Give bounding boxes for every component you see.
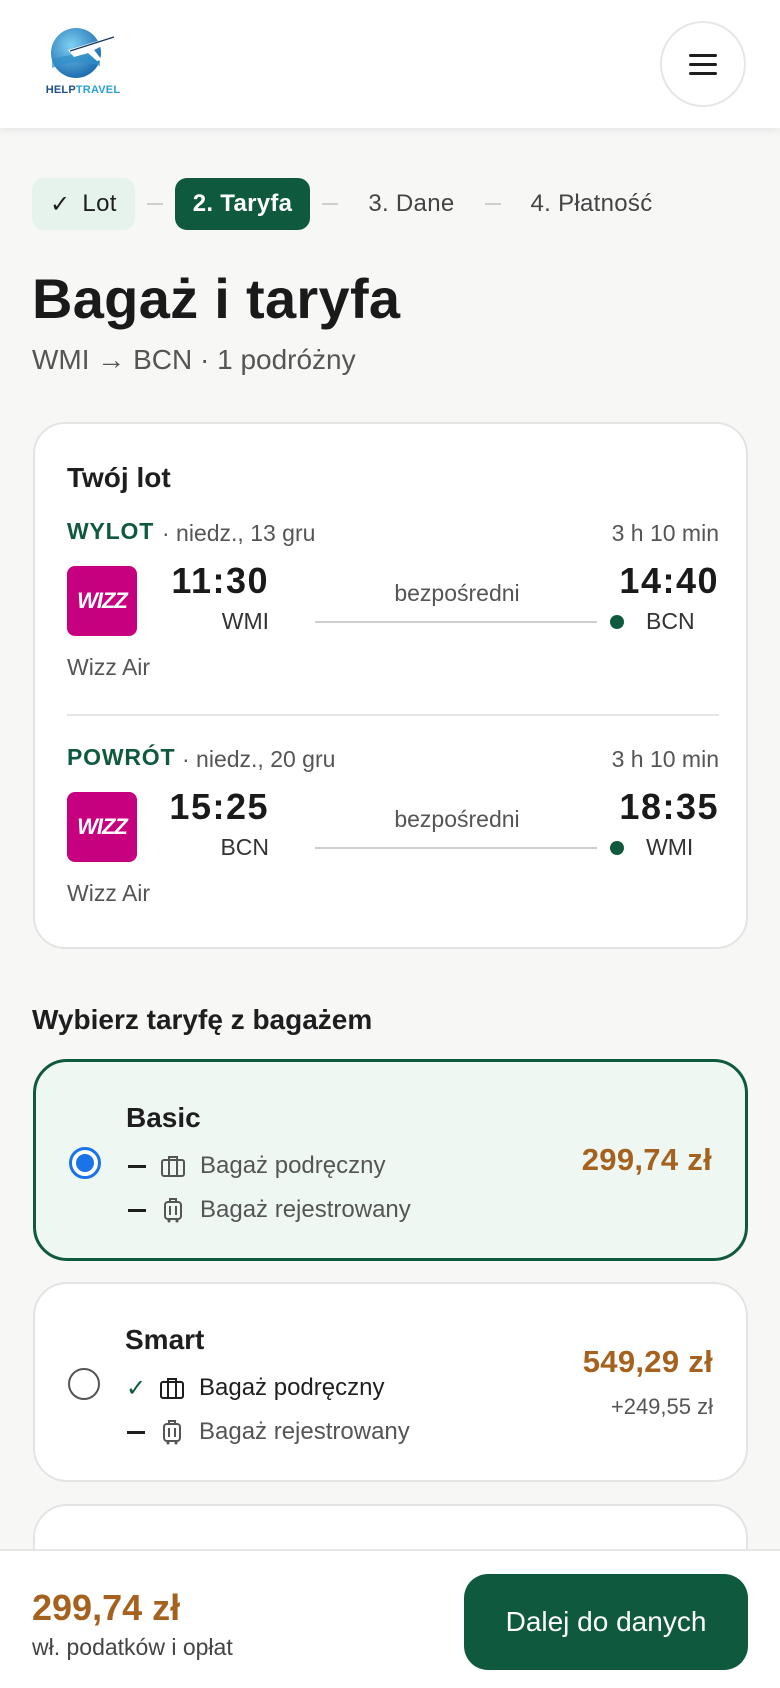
- fare-price-difference: +249,55 zł: [610, 1394, 713, 1419]
- step-label: 4. Płatność: [530, 190, 653, 217]
- step-dane: 3. Dane: [350, 178, 472, 230]
- wizz-air-logo: WIZZ: [67, 566, 137, 636]
- total-price-note: wł. podatków i opłat: [32, 1634, 233, 1660]
- departure-airport: BCN: [220, 834, 269, 860]
- leg-label: WYLOT: [67, 518, 155, 544]
- arrival-dot: [610, 841, 624, 855]
- fare-price: 299,74 zł: [581, 1142, 712, 1177]
- arrival-time: 18:35: [619, 786, 719, 827]
- leg-label: POWRÓT: [67, 744, 176, 770]
- leg-duration: 3 h 10 min: [611, 746, 719, 772]
- fare-feature-checked-bag: Bagaż rejestrowany: [125, 1416, 410, 1448]
- arrival-time: 14:40: [619, 560, 719, 601]
- step-platnosc: 4. Płatność: [513, 178, 671, 230]
- outbound-leg: WYLOT · niedz., 13 gru 3 h 10 min WIZZ 1…: [67, 518, 719, 718]
- page-title: Bagaż i taryfa: [32, 267, 401, 330]
- checkmark-icon: ✓: [50, 190, 71, 218]
- logo-text-help: HELP: [45, 84, 76, 96]
- flight-card-title: Twój lot: [67, 462, 171, 493]
- cabin-bag-icon: [159, 1375, 185, 1401]
- logo-wordmark: HELPTRAVEL: [38, 84, 128, 96]
- step-label: Lot: [82, 190, 117, 217]
- feature-label: Bagaż podręczny: [200, 1152, 386, 1179]
- stops-label: bezpośredni: [394, 806, 520, 832]
- page: HELPTRAVEL ✓ Lot 2. Taryfa 3. Dane 4. Pł…: [0, 0, 780, 1688]
- menu-button[interactable]: [660, 21, 746, 107]
- arrival-airport: WMI: [646, 834, 694, 860]
- feature-label: Bagaż podręczny: [199, 1374, 385, 1401]
- arrival-dot: [610, 615, 624, 629]
- total-price: 299,74 zł: [32, 1587, 181, 1628]
- airline-logo-text: WIZZ: [77, 814, 128, 839]
- route-line: [315, 621, 597, 623]
- return-leg: POWRÓT · niedz., 20 gru 3 h 10 min WIZZ …: [67, 744, 719, 944]
- fare-price: 549,29 zł: [582, 1344, 713, 1379]
- step-separator: [484, 203, 501, 205]
- arrival-airport: BCN: [646, 608, 695, 634]
- globe-plane-icon: [51, 28, 118, 78]
- included-check-icon: ✓: [125, 1374, 147, 1402]
- hamburger-menu-icon: [689, 48, 717, 81]
- step-taryfa[interactable]: 2. Taryfa: [174, 178, 311, 230]
- departure-time: 11:30: [171, 560, 269, 601]
- continue-button[interactable]: Dalej do danych: [464, 1574, 748, 1670]
- leg-duration: 3 h 10 min: [611, 520, 719, 546]
- airline-name: Wizz Air: [67, 880, 151, 906]
- helptravel-logo[interactable]: HELPTRAVEL: [38, 26, 128, 102]
- fare-name: Smart: [125, 1324, 205, 1355]
- fare-section-title: Wybierz taryfę z bagażem: [32, 1004, 373, 1035]
- feature-label: Bagaż rejestrowany: [200, 1196, 411, 1223]
- leg-date: · niedz., 20 gru: [182, 746, 336, 772]
- fare-feature-checked-bag: Bagaż rejestrowany: [126, 1194, 411, 1226]
- fare-feature-cabin-bag: ✓ Bagaż podręczny: [125, 1372, 385, 1404]
- airline-name: Wizz Air: [67, 654, 151, 680]
- fare-radio-basic[interactable]: [69, 1147, 101, 1179]
- departure-time: 15:25: [169, 786, 269, 827]
- fare-feature-cabin-bag: Bagaż podręczny: [126, 1150, 385, 1182]
- feature-label: Bagaż rejestrowany: [199, 1418, 410, 1445]
- flight-summary-card: Twój lot WYLOT · niedz., 13 gru 3 h 10 m…: [33, 422, 748, 949]
- cabin-bag-icon: [160, 1153, 186, 1179]
- fare-radio-smart[interactable]: [68, 1368, 100, 1400]
- checked-suitcase-icon: [159, 1419, 185, 1445]
- logo-text-travel: TRAVEL: [75, 84, 121, 96]
- fare-option-smart[interactable]: Smart ✓ Bagaż podręczny Bagaż rejestrowa…: [33, 1282, 748, 1482]
- not-included-dash-icon: [125, 1430, 147, 1434]
- route-line: [315, 847, 597, 849]
- booking-stepper: ✓ Lot 2. Taryfa 3. Dane 4. Płatność: [32, 178, 671, 230]
- checkout-bottom-bar: 299,74 zł wł. podatków i opłat Dalej do …: [0, 1549, 780, 1688]
- not-included-dash-icon: [126, 1164, 148, 1168]
- departure-airport: WMI: [221, 608, 269, 634]
- top-header: HELPTRAVEL: [0, 0, 780, 128]
- leg-divider: [67, 714, 719, 716]
- route-summary: WMI → BCN · 1 podróżny: [32, 344, 356, 375]
- stops-label: bezpośredni: [394, 580, 520, 606]
- step-separator: [322, 203, 339, 205]
- wizz-air-logo: WIZZ: [67, 792, 137, 862]
- checked-suitcase-icon: [160, 1197, 186, 1223]
- fare-name: Basic: [126, 1102, 201, 1133]
- leg-date: · niedz., 13 gru: [162, 520, 316, 546]
- not-included-dash-icon: [126, 1208, 148, 1212]
- step-label: 3. Dane: [368, 190, 455, 217]
- step-lot[interactable]: ✓ Lot: [32, 178, 135, 230]
- step-separator: [146, 203, 163, 205]
- step-label: 2. Taryfa: [192, 190, 293, 217]
- fare-option-basic[interactable]: Basic Bagaż podręczny Bagaż rejestrowany…: [33, 1059, 748, 1261]
- airline-logo-text: WIZZ: [77, 588, 128, 613]
